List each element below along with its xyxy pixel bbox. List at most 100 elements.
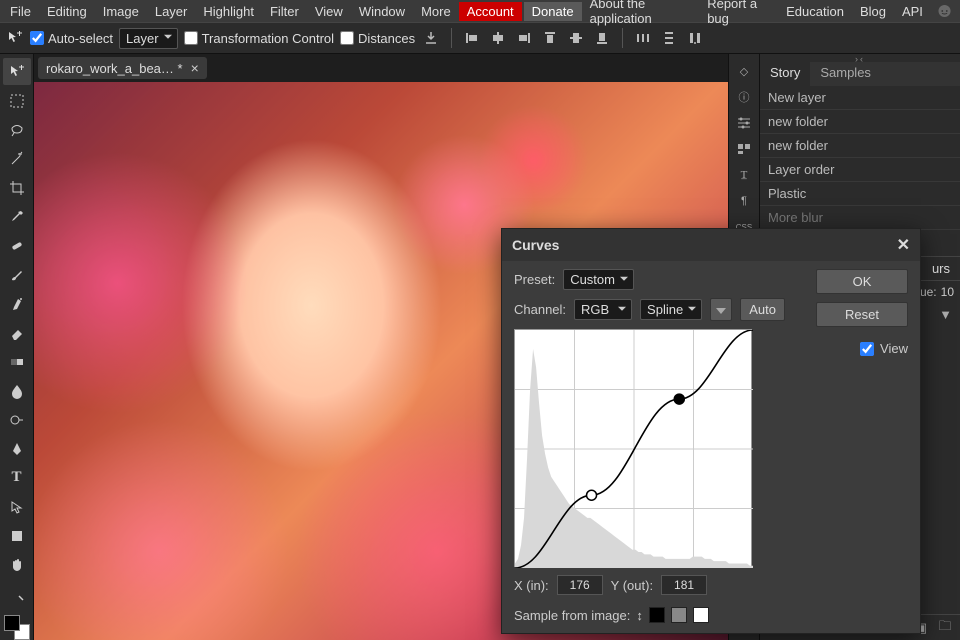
color-swatches[interactable] xyxy=(4,615,30,640)
move-tool[interactable] xyxy=(3,58,31,85)
channel-value: RGB xyxy=(581,302,609,317)
history-item[interactable]: Plastic xyxy=(760,182,960,206)
menu-file[interactable]: File xyxy=(2,2,39,21)
lasso-tool[interactable] xyxy=(3,116,31,143)
menu-about[interactable]: About the application xyxy=(582,0,700,28)
align-right-icon[interactable] xyxy=(514,28,534,48)
menu-view[interactable]: View xyxy=(307,2,351,21)
history-item[interactable]: New layer xyxy=(760,86,960,110)
text-tool[interactable]: T xyxy=(3,464,31,491)
x-input[interactable]: 176 xyxy=(557,575,603,595)
interp-select[interactable]: Spline xyxy=(640,299,702,320)
preset-select[interactable]: Custom xyxy=(563,269,634,290)
distribute-v-icon[interactable] xyxy=(659,28,679,48)
sample-white[interactable] xyxy=(693,607,709,623)
more-align-icon[interactable] xyxy=(685,28,705,48)
target-select[interactable]: Layer xyxy=(119,28,178,49)
ok-button[interactable]: OK xyxy=(816,269,908,294)
gradient-tool[interactable] xyxy=(3,348,31,375)
opacity-value[interactable]: 10 xyxy=(941,285,954,299)
dialog-title: Curves xyxy=(512,237,559,253)
rect-select-tool[interactable] xyxy=(3,87,31,114)
dialog-titlebar[interactable]: Curves ✕ xyxy=(502,229,920,261)
history-item[interactable]: new folder xyxy=(760,110,960,134)
history-item[interactable]: Layer order xyxy=(760,158,960,182)
rail-sliders-icon[interactable] xyxy=(732,112,756,134)
path-select-tool[interactable] xyxy=(3,493,31,520)
transform-input[interactable] xyxy=(184,31,198,45)
align-left-icon[interactable] xyxy=(462,28,482,48)
rail-info-icon[interactable]: ⓘ xyxy=(732,86,756,108)
tab-layers-partial[interactable]: urs xyxy=(922,257,960,280)
distances-checkbox[interactable]: Distances xyxy=(340,31,415,46)
view-label: View xyxy=(880,341,908,356)
menu-image[interactable]: Image xyxy=(95,2,147,21)
heal-tool[interactable] xyxy=(3,232,31,259)
rail-collapse-icon[interactable]: ◇ xyxy=(732,60,756,82)
tool-strip: T xyxy=(0,54,34,640)
curve-point[interactable] xyxy=(587,490,597,500)
history-item[interactable]: new folder xyxy=(760,134,960,158)
history-item[interactable]: More blur xyxy=(760,206,960,230)
auto-select-input[interactable] xyxy=(30,31,44,45)
eyedropper-tool[interactable] xyxy=(3,203,31,230)
new-folder-icon[interactable]: 🗀 xyxy=(936,619,954,637)
menu-report-bug[interactable]: Report a bug xyxy=(699,0,778,28)
view-checkbox[interactable] xyxy=(860,342,874,356)
curve-point[interactable] xyxy=(674,394,684,404)
sample-gray[interactable] xyxy=(671,607,687,623)
menu-api[interactable]: API xyxy=(894,2,931,21)
sample-picker-icon[interactable]: ↕ xyxy=(636,608,643,623)
rail-swatches-icon[interactable] xyxy=(732,138,756,160)
rail-paragraph-icon[interactable]: ¶ xyxy=(732,190,756,212)
distribute-h-icon[interactable] xyxy=(633,28,653,48)
transform-checkbox[interactable]: Transformation Control xyxy=(184,31,334,46)
reset-button[interactable]: Reset xyxy=(816,302,908,327)
menu-window[interactable]: Window xyxy=(351,2,413,21)
auto-select-checkbox[interactable]: Auto-select xyxy=(30,31,113,46)
reddit-icon[interactable] xyxy=(937,2,952,20)
dialog-close-icon[interactable]: ✕ xyxy=(897,235,910,255)
auto-button[interactable]: Auto xyxy=(740,298,785,321)
panel-collapse-icon[interactable]: ›‹ xyxy=(760,54,960,62)
download-icon[interactable] xyxy=(421,28,441,48)
blur-tool[interactable] xyxy=(3,377,31,404)
menu-editing[interactable]: Editing xyxy=(39,2,95,21)
freehand-toggle[interactable] xyxy=(710,298,732,321)
tab-story[interactable]: Story xyxy=(760,62,810,86)
preset-value: Custom xyxy=(570,272,615,287)
crop-tool[interactable] xyxy=(3,174,31,201)
dodge-tool[interactable] xyxy=(3,406,31,433)
fg-color-swatch[interactable] xyxy=(4,615,20,631)
hand-tool[interactable] xyxy=(3,551,31,578)
align-middle-icon[interactable] xyxy=(566,28,586,48)
document-tab[interactable]: rokaro_work_a_bea… * × xyxy=(38,57,207,79)
align-bottom-icon[interactable] xyxy=(592,28,612,48)
menu-account[interactable]: Account xyxy=(459,2,522,21)
align-center-h-icon[interactable] xyxy=(488,28,508,48)
brush-tool[interactable] xyxy=(3,261,31,288)
menu-more[interactable]: More xyxy=(413,2,459,21)
rail-character-icon[interactable]: T̲ xyxy=(732,164,756,186)
channel-select[interactable]: RGB xyxy=(574,299,632,320)
wand-tool[interactable] xyxy=(3,145,31,172)
menu-donate[interactable]: Donate xyxy=(524,2,582,21)
close-tab-icon[interactable]: × xyxy=(191,60,199,76)
zoom-tool[interactable] xyxy=(3,580,31,607)
sample-black[interactable] xyxy=(649,607,665,623)
document-tab-title: rokaro_work_a_bea… * xyxy=(46,61,183,76)
menu-highlight[interactable]: Highlight xyxy=(195,2,262,21)
eraser-tool[interactable] xyxy=(3,319,31,346)
align-top-icon[interactable] xyxy=(540,28,560,48)
menu-layer[interactable]: Layer xyxy=(147,2,196,21)
menu-blog[interactable]: Blog xyxy=(852,2,894,21)
curves-graph[interactable] xyxy=(514,329,752,567)
menu-education[interactable]: Education xyxy=(778,2,852,21)
clone-tool[interactable] xyxy=(3,290,31,317)
y-input[interactable]: 181 xyxy=(661,575,707,595)
tab-samples[interactable]: Samples xyxy=(810,62,881,86)
shape-tool[interactable] xyxy=(3,522,31,549)
menu-filter[interactable]: Filter xyxy=(262,2,307,21)
distances-input[interactable] xyxy=(340,31,354,45)
pen-tool[interactable] xyxy=(3,435,31,462)
